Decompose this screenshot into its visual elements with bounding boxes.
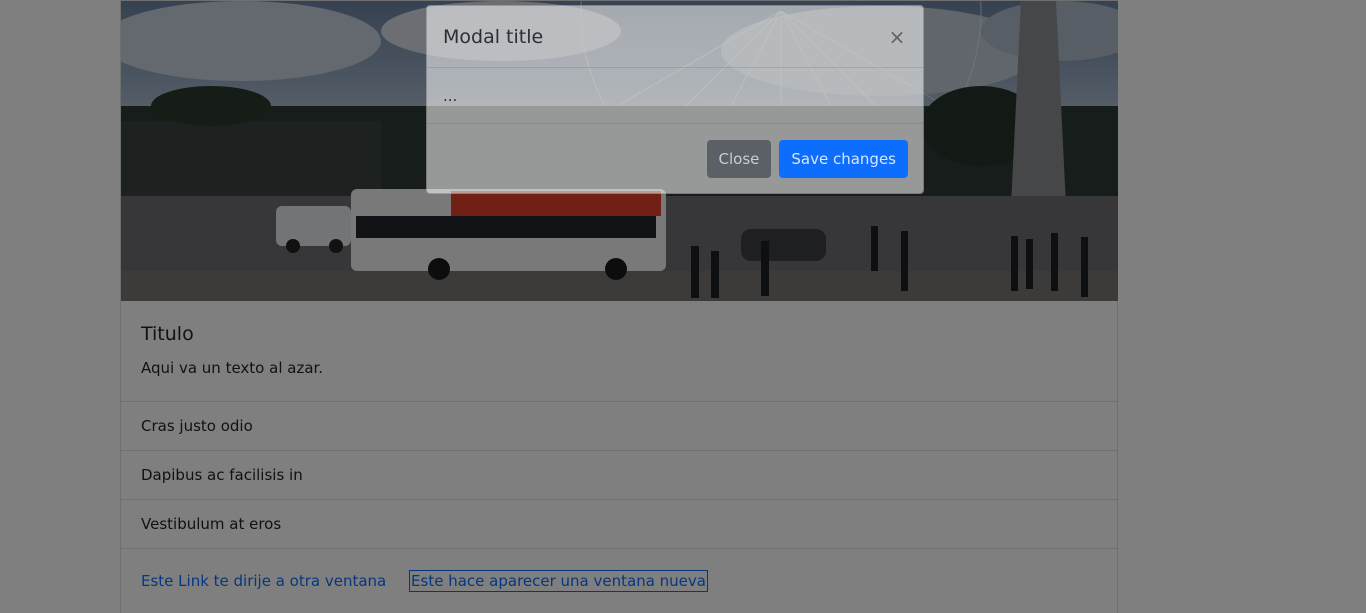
modal-footer: Close Save changes	[427, 124, 923, 193]
modal-header: Modal title ×	[427, 6, 923, 68]
modal-dialog: Modal title × ... Close Save changes	[426, 5, 924, 194]
close-button[interactable]: Close	[706, 139, 772, 178]
close-icon[interactable]: ×	[887, 25, 907, 49]
modal-title: Modal title	[443, 25, 544, 48]
modal-body: ...	[427, 68, 923, 124]
save-changes-button[interactable]: Save changes	[779, 139, 908, 178]
